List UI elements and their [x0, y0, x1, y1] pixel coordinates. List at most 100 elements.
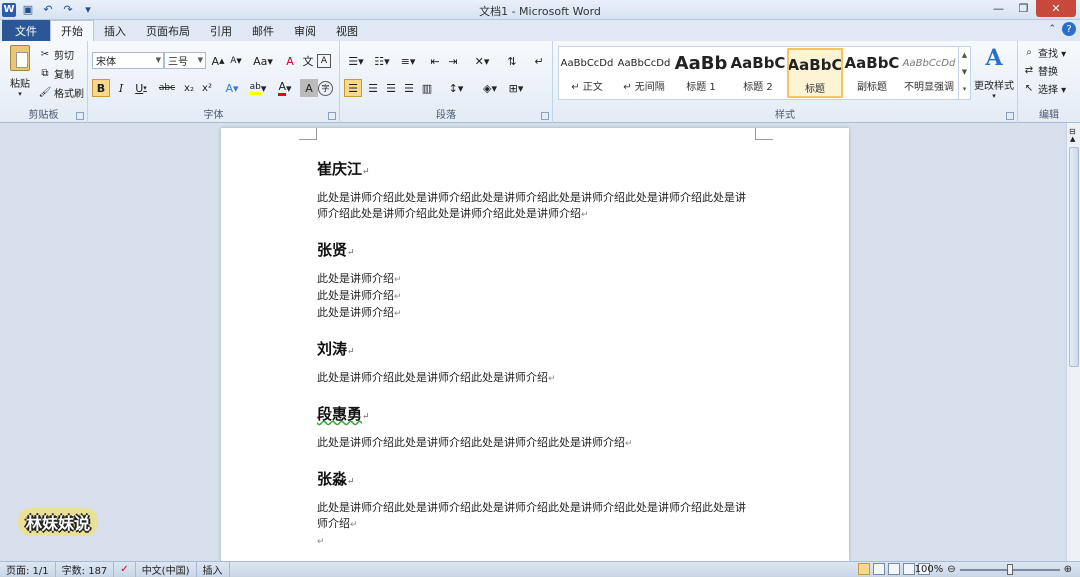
word-count[interactable]: 字数: 187 [56, 561, 115, 577]
print-layout-icon[interactable] [858, 563, 870, 575]
style-subtle-emphasis[interactable]: AaBbCcDd 不明显强调 [901, 48, 957, 98]
heading-text: 张淼 [317, 470, 348, 488]
more-styles-icon[interactable]: ▾ [959, 81, 970, 98]
styles-launcher-icon[interactable] [1006, 112, 1014, 120]
minimize-icon[interactable]: — [986, 0, 1011, 17]
decrease-indent-button[interactable]: ⇤ [426, 52, 444, 70]
tab-view[interactable]: 视图 [326, 20, 368, 41]
tab-references[interactable]: 引用 [200, 20, 242, 41]
change-styles-button[interactable]: A 更改样式 ▾ [974, 45, 1014, 100]
page-count[interactable]: 页面: 1/1 [0, 561, 56, 577]
find-label: 查找 ▾ [1038, 49, 1067, 60]
find-button[interactable]: ⌕ 查找 ▾ [1022, 45, 1066, 60]
shading-button[interactable]: ◈ ▾ [478, 79, 502, 97]
proofing-icon[interactable]: ✓ [114, 561, 136, 577]
char-shading-button[interactable]: A [300, 79, 318, 97]
bullets-button[interactable]: ☰ ▾ [344, 52, 368, 70]
shrink-font-button[interactable]: A ▼ [227, 52, 245, 70]
font-name-combo[interactable]: 宋体 ▼ [92, 52, 164, 69]
change-case-button[interactable]: Aa ▾ [251, 52, 275, 70]
document-body[interactable]: 崔庆江↵ 此处是讲师介绍此处是讲师介绍此处是讲师介绍此处是讲师介绍此处是讲师介绍… [317, 158, 767, 550]
styles-scroll[interactable]: ▲ ▼ ▾ [958, 47, 970, 99]
distributed-button[interactable]: ▥ [418, 79, 436, 97]
align-left-button[interactable]: ☰ [344, 79, 362, 97]
close-icon[interactable]: ✕ [1036, 0, 1076, 17]
multilevel-list-button[interactable]: ≡ ▾ [396, 52, 420, 70]
sort-button[interactable]: ⇅ [503, 52, 521, 70]
align-right-button[interactable]: ☰ [382, 79, 400, 97]
highlight-button[interactable]: ab ▾ [246, 79, 270, 97]
justify-button[interactable]: ☰ [400, 79, 418, 97]
grow-font-button[interactable]: A ▲ [209, 52, 227, 70]
zoom-level[interactable]: 100% [915, 564, 944, 575]
select-button[interactable]: ↖ 选择 ▾ [1022, 81, 1066, 96]
align-center-button[interactable]: ☰ [364, 79, 382, 97]
cut-button[interactable]: ✂ 剪切 [38, 47, 74, 62]
style-heading-2[interactable]: AaBbC 标题 2 [730, 48, 786, 98]
tab-file[interactable]: 文件 [2, 20, 50, 41]
document-page[interactable]: 崔庆江↵ 此处是讲师介绍此处是讲师介绍此处是讲师介绍此处是讲师介绍此处是讲师介绍… [221, 128, 849, 561]
tab-insert[interactable]: 插入 [94, 20, 136, 41]
reading-layout-icon[interactable] [873, 563, 885, 575]
paragraph-mark: ↵ [548, 374, 556, 384]
restore-icon[interactable]: ❐ [1011, 0, 1036, 17]
superscript-icon: x² [202, 82, 212, 94]
tab-mailings[interactable]: 邮件 [242, 20, 284, 41]
italic-button[interactable]: I [112, 79, 130, 97]
tab-review[interactable]: 审阅 [284, 20, 326, 41]
increase-indent-button[interactable]: ⇥ [444, 52, 462, 70]
tab-page-layout[interactable]: 页面布局 [136, 20, 200, 41]
zoom-in-icon[interactable]: ⊕ [1064, 564, 1072, 575]
strikethrough-button[interactable]: abc [156, 79, 178, 97]
format-painter-button[interactable]: 🖌 格式刷 [38, 85, 84, 100]
style-no-spacing[interactable]: AaBbCcDd ↵ 无间隔 [616, 48, 672, 98]
chinese-layout-button[interactable]: ✕ ▾ [470, 52, 494, 70]
scroll-up-icon[interactable]: ▲ [1070, 135, 1075, 143]
char-border-button[interactable]: A [317, 54, 331, 68]
font-color-button[interactable]: A ▾ [273, 79, 297, 97]
phonetic-guide-button[interactable]: 文 [299, 52, 317, 70]
distributed-icon: ▥ [421, 81, 433, 95]
font-size-combo[interactable]: 三号 ▼ [164, 52, 206, 69]
show-marks-button[interactable]: ↵ [530, 52, 548, 70]
style-heading-1[interactable]: AaBb 标题 1 [673, 48, 729, 98]
vertical-scrollbar[interactable]: ⊟ ▲ [1066, 123, 1080, 561]
subscript-button[interactable]: x₂ [180, 79, 198, 97]
line-spacing-button[interactable]: ↕ ▾ [444, 79, 468, 97]
zoom-out-icon[interactable]: ⊖ [947, 564, 955, 575]
borders-button[interactable]: ⊞ ▾ [504, 79, 528, 97]
paste-button[interactable]: 粘贴 ▾ [6, 45, 34, 98]
insert-mode[interactable]: 插入 [197, 561, 230, 577]
scroll-down-icon[interactable]: ▼ [959, 64, 970, 81]
zoom-slider-knob[interactable] [1006, 563, 1013, 575]
web-layout-icon[interactable] [888, 563, 900, 575]
numbering-button[interactable]: ☷ ▾ [370, 52, 394, 70]
help-icon[interactable]: ? [1062, 22, 1076, 36]
paste-dropdown-icon[interactable]: ▾ [18, 90, 22, 98]
language[interactable]: 中文(中国) [136, 561, 197, 577]
text-effects-button[interactable]: A ▾ [220, 79, 244, 97]
outline-icon[interactable] [903, 563, 915, 575]
editing-group-label: 编辑 [1039, 110, 1059, 121]
tab-home[interactable]: 开始 [50, 20, 94, 41]
scroll-up-icon[interactable]: ▲ [959, 47, 970, 64]
replace-button[interactable]: ⇄ 替换 [1022, 63, 1058, 78]
scroll-thumb[interactable] [1069, 147, 1079, 367]
binoculars-icon: ⌕ [1026, 47, 1032, 58]
style-subtitle[interactable]: AaBbC 副标题 [844, 48, 900, 98]
zoom-slider[interactable] [959, 563, 1060, 575]
underline-button[interactable]: U ▾ [130, 79, 152, 97]
paragraph-launcher-icon[interactable] [541, 112, 549, 120]
paragraph-line: 此处是讲师介绍↵ [317, 271, 767, 288]
superscript-button[interactable]: x² [198, 79, 216, 97]
minimize-ribbon-icon[interactable]: ⌃ [1048, 24, 1056, 34]
bold-button[interactable]: B [92, 79, 110, 97]
style-title[interactable]: AaBbC 标题 [787, 48, 843, 98]
font-launcher-icon[interactable] [328, 112, 336, 120]
style-normal[interactable]: AaBbCcDd ↵ 正文 [559, 48, 615, 98]
clear-format-button[interactable]: A [281, 52, 299, 70]
clipboard-launcher-icon[interactable] [76, 112, 84, 120]
copy-button[interactable]: ⧉ 复制 [38, 66, 74, 81]
paragraph-mark-icon: ↵ [534, 54, 544, 68]
enclose-char-button[interactable]: 字 [318, 81, 333, 96]
